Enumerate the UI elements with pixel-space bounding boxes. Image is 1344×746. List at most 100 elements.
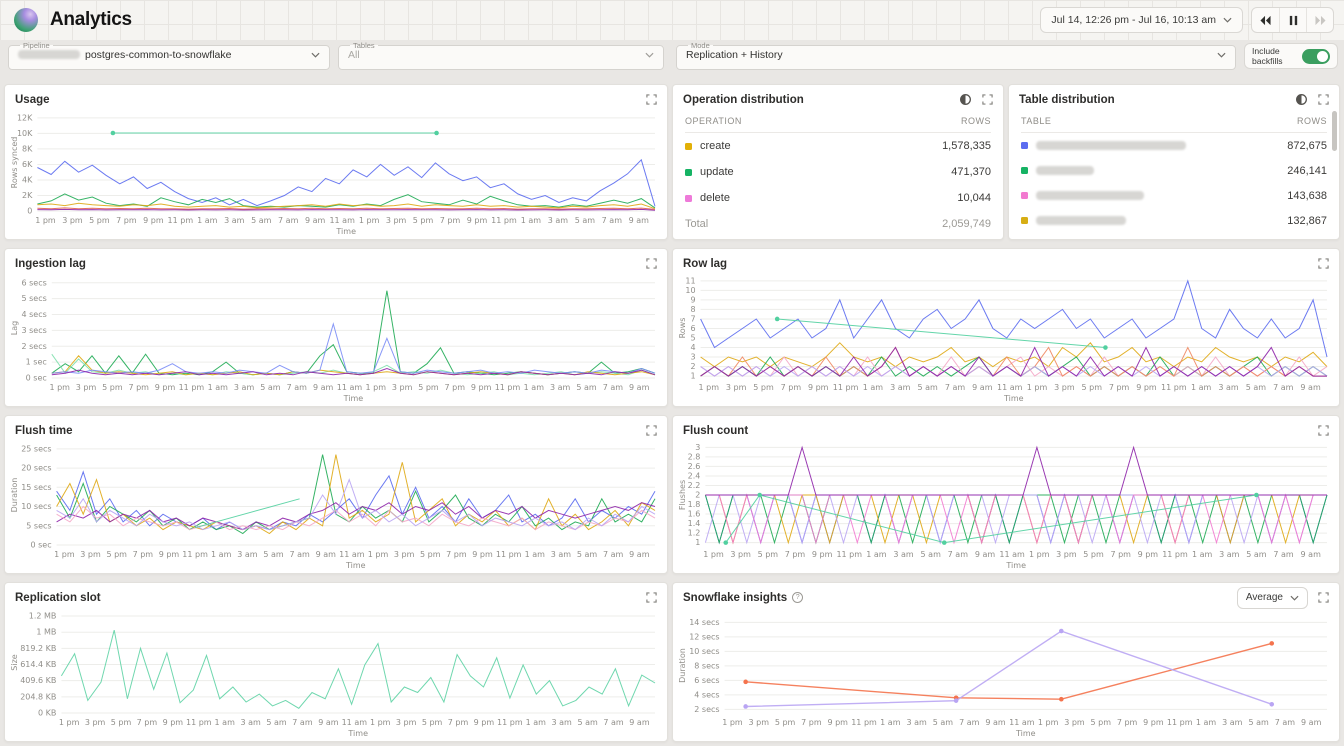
card-title: Table distribution <box>1019 94 1115 106</box>
redacted-text <box>18 50 80 59</box>
svg-text:5 pm: 5 pm <box>1091 718 1112 727</box>
replication-slot-chart[interactable]: 0 KB204.8 KB409.6 KB614.4 KB819.2 KB1 MB… <box>9 605 663 739</box>
pie-chart-toggle-button[interactable] <box>1295 93 1308 106</box>
expand-icon <box>1318 94 1329 105</box>
svg-text:9 am: 9 am <box>629 718 650 727</box>
expand-button[interactable] <box>646 258 657 269</box>
ingestion-lag-chart[interactable]: 0 sec1 sec2 secs3 secs4 secs5 secs6 secs… <box>9 271 663 404</box>
flush-time-chart[interactable]: 0 sec5 secs10 secs15 secs20 secs25 secs1… <box>9 438 663 571</box>
operation-row[interactable]: create 1,578,335 <box>685 133 991 159</box>
redacted-table-name <box>1036 141 1186 150</box>
svg-text:Rows synced: Rows synced <box>10 137 19 189</box>
svg-text:5 pm: 5 pm <box>413 216 434 225</box>
svg-text:3 am: 3 am <box>890 383 911 392</box>
rows-value: 84,567 <box>1293 240 1327 241</box>
rewind-button[interactable] <box>1252 8 1279 32</box>
svg-text:11 pm: 11 pm <box>168 216 194 225</box>
table-row[interactable]: 143,638 <box>1021 183 1327 208</box>
tables-select[interactable]: Tables All <box>338 42 664 70</box>
svg-text:7 pm: 7 pm <box>785 550 806 559</box>
svg-text:2: 2 <box>695 491 700 500</box>
expand-button[interactable] <box>1318 94 1329 105</box>
usage-card: Usage 02K4K6K8K10K12K1 pm3 pm5 pm7 pm9 p… <box>4 84 668 240</box>
expand-button[interactable] <box>646 425 657 436</box>
usage-chart[interactable]: 02K4K6K8K10K12K1 pm3 pm5 pm7 pm9 pm11 pm… <box>9 107 663 237</box>
expand-icon <box>1318 592 1329 603</box>
svg-text:11 pm: 11 pm <box>495 383 521 392</box>
pipeline-select[interactable]: Pipeline postgres-common-to-snowflake <box>8 42 330 70</box>
svg-text:9 am: 9 am <box>629 383 650 392</box>
svg-text:7 pm: 7 pm <box>781 383 802 392</box>
fast-forward-button[interactable] <box>1306 8 1333 32</box>
expand-icon <box>1318 258 1329 269</box>
row-lag-card: Row lag 12345678910111 pm3 pm5 pm7 pm9 p… <box>672 248 1340 407</box>
aggregation-select[interactable]: Average <box>1237 587 1308 609</box>
svg-text:9 am: 9 am <box>318 718 339 727</box>
svg-text:5 secs: 5 secs <box>26 521 51 530</box>
help-icon[interactable]: ? <box>792 592 803 603</box>
expand-button[interactable] <box>1318 258 1329 269</box>
svg-text:9 pm: 9 pm <box>1138 550 1159 559</box>
tables-value: All <box>348 49 360 61</box>
svg-text:11 am: 11 am <box>337 383 363 392</box>
app-title: Analytics <box>50 9 132 31</box>
svg-text:11 pm: 11 pm <box>833 383 859 392</box>
table-row[interactable]: 84,567 <box>1021 233 1327 240</box>
svg-text:7 pm: 7 pm <box>440 216 461 225</box>
svg-text:11 am: 11 am <box>342 718 368 727</box>
pause-button[interactable] <box>1279 8 1306 32</box>
expand-button[interactable] <box>982 94 993 105</box>
table-row[interactable]: 872,675 <box>1021 133 1327 158</box>
svg-text:9 am: 9 am <box>316 550 337 559</box>
scrollbar-thumb[interactable] <box>1332 111 1337 151</box>
svg-text:7 am: 7 am <box>1273 383 1294 392</box>
svg-text:3: 3 <box>695 443 700 452</box>
svg-text:1.2: 1.2 <box>688 529 701 538</box>
operation-row[interactable]: delete 10,044 <box>685 185 991 211</box>
card-title: Flush count <box>683 425 748 437</box>
svg-text:9 pm: 9 pm <box>1143 718 1164 727</box>
include-backfills-switch[interactable] <box>1302 49 1330 64</box>
expand-button[interactable] <box>646 592 657 603</box>
svg-text:3 pm: 3 pm <box>386 216 407 225</box>
snowflake-insights-chart[interactable]: 2 secs4 secs6 secs8 secs10 secs12 secs14… <box>677 611 1335 739</box>
table-row[interactable]: 132,867 <box>1021 208 1327 233</box>
operation-row[interactable]: update 471,370 <box>685 159 991 185</box>
svg-text:Size: Size <box>10 654 19 671</box>
pie-chart-icon <box>1295 93 1308 106</box>
svg-text:Duration: Duration <box>10 478 19 513</box>
svg-text:409.6 KB: 409.6 KB <box>20 676 56 685</box>
pie-chart-toggle-button[interactable] <box>959 93 972 106</box>
svg-text:10 secs: 10 secs <box>689 647 719 656</box>
table-row[interactable]: 246,141 <box>1021 158 1327 183</box>
expand-button[interactable] <box>1318 592 1329 603</box>
chevron-down-icon <box>1290 595 1299 601</box>
svg-text:5 pm: 5 pm <box>106 550 127 559</box>
svg-text:11 pm: 11 pm <box>182 550 208 559</box>
expand-button[interactable] <box>1318 425 1329 436</box>
mode-select[interactable]: Mode Replication + History <box>676 42 1236 70</box>
row-lag-chart[interactable]: 12345678910111 pm3 pm5 pm7 pm9 pm11 pm1 … <box>677 271 1335 404</box>
svg-text:819.2 KB: 819.2 KB <box>20 644 56 653</box>
svg-text:3: 3 <box>691 353 696 362</box>
flush-count-chart[interactable]: 11.21.41.61.822.22.42.62.831 pm3 pm5 pm7… <box>677 438 1335 571</box>
svg-text:11 am: 11 am <box>1009 718 1035 727</box>
svg-text:7 pm: 7 pm <box>1109 383 1130 392</box>
svg-text:9 am: 9 am <box>1300 383 1321 392</box>
svg-text:3 am: 3 am <box>906 718 927 727</box>
svg-text:11 pm: 11 pm <box>836 550 862 559</box>
date-range-picker[interactable]: Jul 14, 12:26 pm - Jul 16, 10:13 am <box>1040 7 1243 33</box>
analytics-page: Analytics Jul 14, 12:26 pm - Jul 16, 10:… <box>0 0 1344 746</box>
rows-value: 872,675 <box>1287 140 1327 152</box>
expand-button[interactable] <box>646 94 657 105</box>
rows-value: 246,141 <box>1287 165 1327 177</box>
operation-label: delete <box>700 192 730 204</box>
svg-text:Lag: Lag <box>10 321 19 335</box>
svg-text:3 pm: 3 pm <box>85 718 106 727</box>
svg-text:1 am: 1 am <box>880 718 901 727</box>
series-color-swatch <box>685 143 692 150</box>
svg-text:5 am: 5 am <box>575 216 596 225</box>
series-color-swatch <box>1021 217 1028 224</box>
svg-text:8K: 8K <box>22 144 33 153</box>
svg-text:3 pm: 3 pm <box>76 383 97 392</box>
